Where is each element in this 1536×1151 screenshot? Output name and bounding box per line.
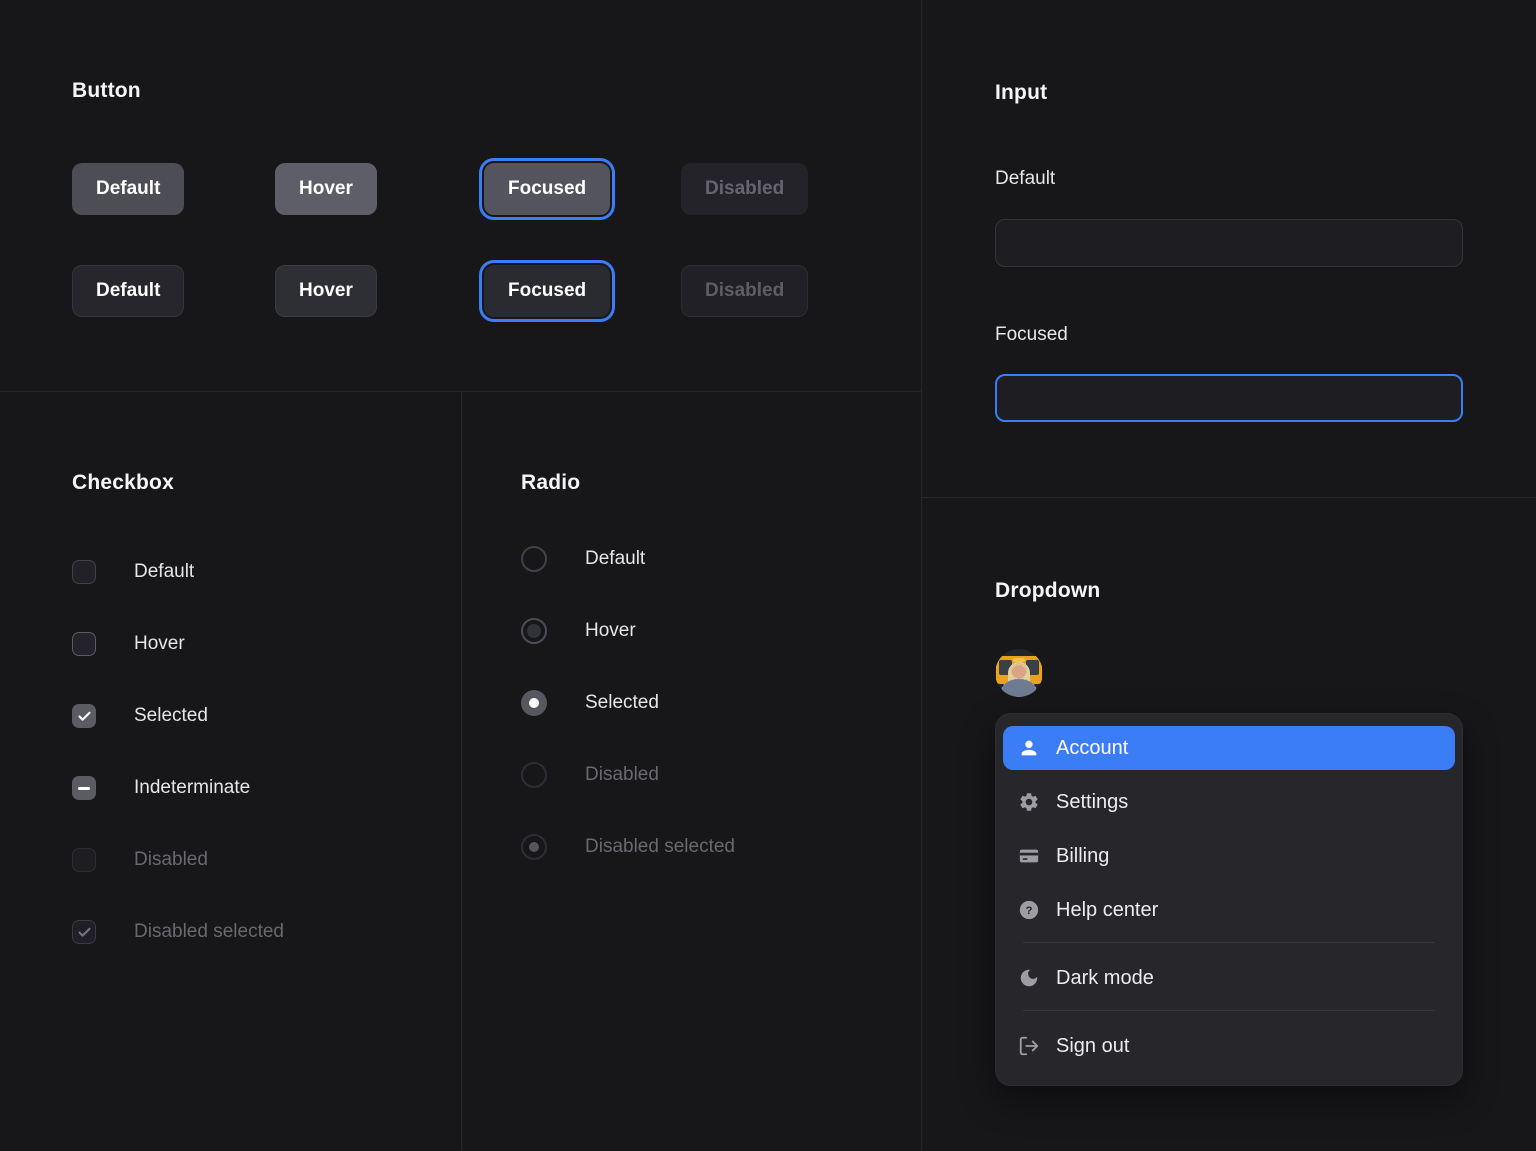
dropdown-section: Dropdown AccountSettingsBilling?Hel [921,497,1536,1151]
checkbox-label: Disabled selected [134,919,284,945]
gear-icon [1018,791,1040,813]
button-solid-focused[interactable]: Focused [484,163,610,215]
menu-item-settings[interactable]: Settings [1003,775,1455,829]
checkbox-section: Checkbox Default Hover Selected Indetermina… [0,391,461,1151]
dropdown-section-title: Dropdown [995,578,1100,604]
radio-label: Disabled selected [585,834,735,860]
button-solid-hover[interactable]: Hover [275,163,377,215]
radio-row-default: Default [521,546,645,572]
radio-row-disabled-selected: Disabled selected [521,834,735,860]
radio-label: Default [585,546,645,572]
checkbox-label: Hover [134,631,185,657]
menu-item-label: Account [1056,737,1128,760]
radio-selected[interactable] [521,690,547,716]
button-subtle-hover[interactable]: Hover [275,265,377,317]
checkbox-indeterminate[interactable] [72,776,96,800]
menu-item-sign-out[interactable]: Sign out [1003,1019,1455,1073]
avatar-image [995,649,1043,697]
checkbox-disabled-selected [72,920,96,944]
menu-item-label: Settings [1056,791,1128,814]
checkbox-disabled [72,848,96,872]
minus-icon [78,787,90,790]
menu-divider [1023,1010,1435,1011]
radio-default[interactable] [521,546,547,572]
check-icon [77,709,92,724]
component-showcase: Button Default Hover Focused Disabled Defaul… [0,0,1536,1151]
button-solid-default[interactable]: Default [72,163,184,215]
checkbox-row-indeterminate: Indeterminate [72,775,250,801]
menu-item-dark-mode[interactable]: Dark mode [1003,951,1455,1005]
radio-disabled-selected [521,834,547,860]
radio-dot [529,698,539,708]
radio-section: Radio Default Hover Selected Disabled Disabl… [461,391,921,1151]
checkbox-row-disabled: Disabled [72,847,208,873]
help-circle-icon: ? [1018,899,1040,921]
radio-dot [527,624,541,638]
user-icon [1018,737,1040,759]
user-avatar[interactable] [995,649,1043,697]
button-subtle-disabled: Disabled [681,265,808,317]
menu-item-label: Billing [1056,845,1109,868]
menu-item-account[interactable]: Account [1003,726,1455,770]
checkbox-label: Disabled [134,847,208,873]
radio-label: Hover [585,618,636,644]
checkbox-row-selected: Selected [72,703,208,729]
radio-label: Selected [585,690,659,716]
menu-divider [1023,942,1435,943]
radio-section-title: Radio [521,470,580,496]
checkbox-default[interactable] [72,560,96,584]
checkbox-label: Indeterminate [134,775,250,801]
input-section: Input Default Focused [921,0,1536,497]
moon-icon [1018,967,1040,989]
checkbox-row-disabled-selected: Disabled selected [72,919,284,945]
menu-item-label: Help center [1056,899,1158,922]
input-default-label: Default [995,168,1055,190]
text-input-default[interactable] [995,219,1463,267]
button-subtle-default[interactable]: Default [72,265,184,317]
button-section: Button Default Hover Focused Disabled Defaul… [0,0,921,391]
checkbox-selected[interactable] [72,704,96,728]
radio-hover[interactable] [521,618,547,644]
radio-row-selected: Selected [521,690,659,716]
svg-text:?: ? [1026,905,1033,917]
checkbox-row-hover: Hover [72,631,185,657]
menu-item-help-center[interactable]: ? Help center [1003,883,1455,937]
menu-item-billing[interactable]: Billing [1003,829,1455,883]
radio-row-hover: Hover [521,618,636,644]
radio-dot [529,842,539,852]
radio-row-disabled: Disabled [521,762,659,788]
radio-disabled [521,762,547,788]
checkbox-label: Selected [134,703,208,729]
checkbox-section-title: Checkbox [72,470,174,496]
text-input-focused[interactable] [995,374,1463,422]
credit-card-icon [1018,845,1040,867]
radio-label: Disabled [585,762,659,788]
checkbox-row-default: Default [72,559,194,585]
menu-item-label: Sign out [1056,1035,1129,1058]
menu-item-label: Dark mode [1056,967,1154,990]
sign-out-icon [1018,1035,1040,1057]
checkbox-label: Default [134,559,194,585]
button-section-title: Button [72,78,141,104]
checkbox-hover[interactable] [72,632,96,656]
button-subtle-focused[interactable]: Focused [484,265,610,317]
input-focused-label: Focused [995,324,1068,346]
input-section-title: Input [995,80,1047,106]
button-solid-disabled: Disabled [681,163,808,215]
dropdown-menu: Account Settings Billing? Help center Dark m… [995,713,1463,1086]
check-icon [77,925,92,940]
